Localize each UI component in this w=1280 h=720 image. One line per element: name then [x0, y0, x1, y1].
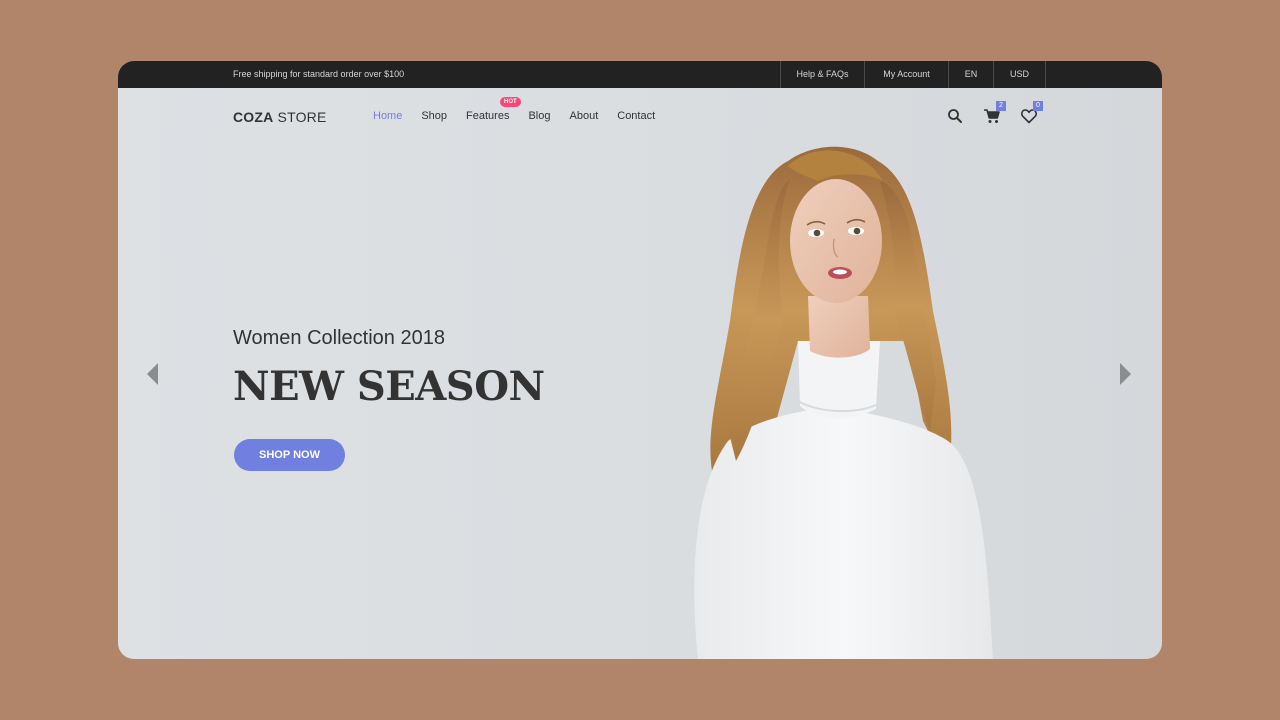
top-bar-links: Help & FAQs My Account EN USD [780, 61, 1046, 88]
nav-features-label: Features [466, 110, 510, 122]
shipping-promo: Free shipping for standard order over $1… [233, 69, 405, 79]
help-faqs-link[interactable]: Help & FAQs [780, 61, 864, 88]
cart-count-badge: 2 [996, 101, 1006, 111]
currency-selector[interactable]: USD [993, 61, 1046, 88]
nav-features[interactable]: Features HOT [466, 97, 521, 122]
hero-model-image [694, 146, 993, 659]
website-frame: Free shipping for standard order over $1… [118, 61, 1162, 659]
nav-blog[interactable]: Blog [528, 110, 550, 122]
hero-title: NEW SEASON [233, 363, 545, 410]
arrow-right-icon[interactable] [1119, 363, 1131, 385]
hot-badge: HOT [500, 97, 521, 107]
logo-bold: COZA [233, 109, 274, 125]
wishlist-count-badge: 0 [1033, 101, 1043, 111]
shop-now-button[interactable]: SHOP NOW [234, 439, 345, 471]
logo-rest: STORE [273, 109, 327, 125]
arrow-left-icon[interactable] [147, 363, 159, 385]
nav-home[interactable]: Home [373, 110, 402, 122]
nav-shop[interactable]: Shop [421, 110, 447, 122]
store-logo[interactable]: COZA STORE [233, 109, 327, 125]
my-account-link[interactable]: My Account [864, 61, 948, 88]
hero-subtitle: Women Collection 2018 [233, 327, 445, 349]
nav-about[interactable]: About [570, 110, 599, 122]
top-bar: Free shipping for standard order over $1… [118, 61, 1162, 88]
language-selector[interactable]: EN [948, 61, 993, 88]
